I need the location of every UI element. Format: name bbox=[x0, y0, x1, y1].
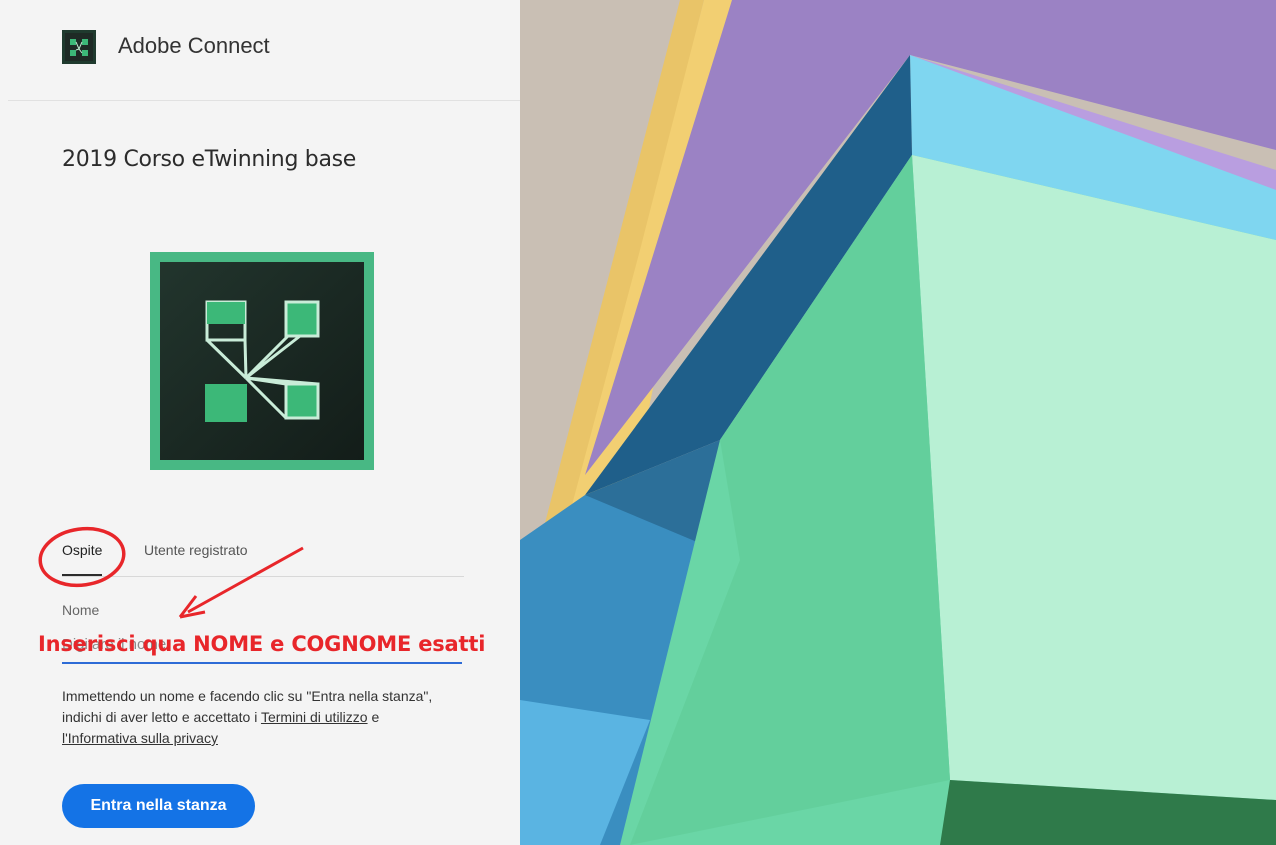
terms-text: Immettendo un nome e facendo clic su "En… bbox=[62, 686, 472, 749]
page: Adobe Connect 2019 Corso eTwinning base bbox=[0, 0, 1276, 845]
tab-guest[interactable]: Ospite bbox=[62, 542, 102, 558]
adobe-connect-logo-icon bbox=[150, 252, 374, 470]
room-title: 2019 Corso eTwinning base bbox=[62, 147, 357, 172]
tab-active-indicator bbox=[62, 574, 102, 576]
terms-middle: e bbox=[367, 709, 380, 725]
annotation-text: Inserisci qua NOME e COGNOME esatti bbox=[38, 632, 486, 656]
tab-registered-user[interactable]: Utente registrato bbox=[144, 542, 248, 558]
app-title: Adobe Connect bbox=[118, 33, 270, 58]
annotation-arrowhead bbox=[178, 595, 206, 619]
privacy-policy-link[interactable]: l'Informativa sulla privacy bbox=[62, 730, 218, 746]
login-tabs: Ospite Utente registrato bbox=[62, 538, 464, 577]
decorative-artwork bbox=[520, 0, 1276, 845]
name-field-label: Nome bbox=[62, 602, 100, 618]
terms-of-use-link[interactable]: Termini di utilizzo bbox=[261, 709, 368, 725]
header: Adobe Connect bbox=[8, 0, 520, 101]
enter-room-button[interactable]: Entra nella stanza bbox=[62, 784, 255, 828]
login-panel: Adobe Connect 2019 Corso eTwinning base bbox=[0, 0, 520, 845]
adobe-connect-icon bbox=[62, 30, 96, 64]
